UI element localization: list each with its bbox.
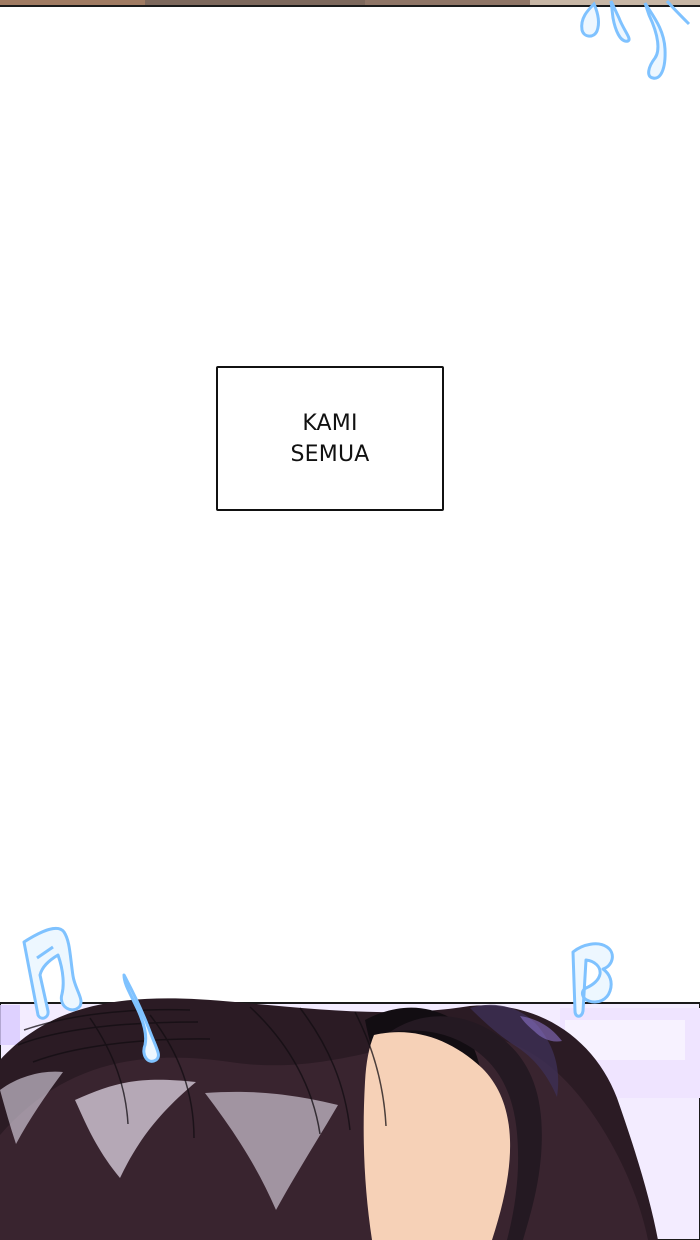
- bottom-panel: [0, 998, 700, 1240]
- webcomic-page: KAMI SEMUA: [0, 0, 700, 1240]
- caption-box: KAMI SEMUA: [216, 366, 444, 511]
- caption-line-2: SEMUA: [290, 441, 370, 467]
- artwork-layer: [0, 0, 700, 1240]
- music-notes-icon: [580, 0, 691, 80]
- caption-line-1: KAMI: [302, 410, 358, 436]
